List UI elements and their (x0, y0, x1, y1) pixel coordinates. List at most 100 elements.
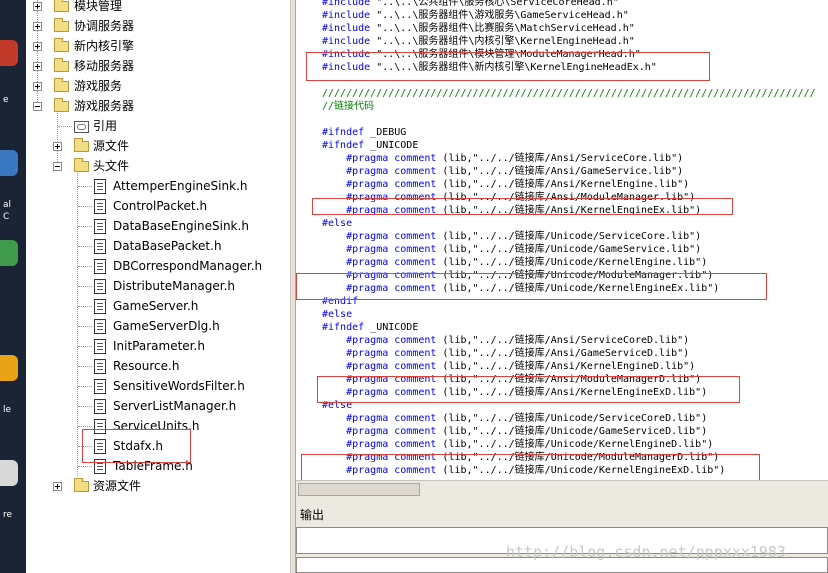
desktop-icon-label: re (3, 510, 13, 520)
code-keyword: #pragma comment (346, 179, 437, 190)
tree-node[interactable]: 头文件 (26, 156, 290, 176)
tree-file-item[interactable]: Stdafx.h (26, 436, 290, 456)
tree-file-item[interactable]: TableFrame.h (26, 456, 290, 476)
tree-item-label: 模块管理 (74, 0, 123, 13)
tree-file-item[interactable]: DataBasePacket.h (26, 236, 290, 256)
tree-item-label: 头文件 (93, 159, 130, 173)
code-text: (lib,"../../链接库/Unicode/ServiceCore.lib"… (436, 231, 702, 242)
code-line: #pragma comment (lib,"../../链接库/Unicode/… (322, 425, 707, 438)
tree-file-item[interactable]: SensitiveWordsFilter.h (26, 376, 290, 396)
code-keyword: #pragma comment (346, 387, 437, 398)
code-text: (lib,"../../链接库/Unicode/GameServiceD.lib… (436, 426, 708, 437)
expand-toggle[interactable] (53, 482, 62, 491)
code-line: #pragma comment (lib,"../../链接库/Ansi/Ser… (322, 334, 689, 347)
code-keyword: #pragma comment (346, 426, 437, 437)
code-text: "..\..\服务器组件\新内核引擎\KernelEngineHeadEx.h" (370, 62, 657, 73)
code-line: ////////////////////////////////////////… (322, 87, 816, 100)
desktop-app-icon[interactable] (0, 460, 18, 486)
code-text: "..\..\服务器组件\内核引擎\KernelEngineHead.h" (370, 36, 635, 47)
desktop-app-icon[interactable] (0, 40, 18, 66)
horizontal-scrollbar[interactable] (296, 480, 828, 497)
tree-item-label: Resource.h (113, 359, 180, 373)
collapse-toggle[interactable] (33, 102, 42, 111)
tree-file-item[interactable]: DistributeManager.h (26, 276, 290, 296)
tree-node[interactable]: 模块管理 (26, 0, 290, 16)
tree-file-item[interactable]: DataBaseEngineSink.h (26, 216, 290, 236)
code-text: "..\..\服务器组件\比赛服务\MatchServiceHead.h" (370, 23, 635, 34)
tree-file-item[interactable]: GameServer.h (26, 296, 290, 316)
code-text: (lib,"../../链接库/Ansi/KernelEngineD.lib") (436, 361, 696, 372)
tree-node[interactable]: 源文件 (26, 136, 290, 156)
code-line: #pragma comment (lib,"../../链接库/Ansi/Ker… (322, 204, 701, 217)
code-line: #pragma comment (lib,"../../链接库/Unicode/… (322, 282, 719, 295)
code-line: //链接代码 (322, 100, 374, 113)
code-keyword: #pragma comment (346, 335, 437, 346)
folder-icon (54, 78, 69, 92)
code-text: _UNICODE (364, 140, 419, 151)
desktop-app-icon[interactable] (0, 355, 18, 381)
code-keyword: #pragma comment (346, 166, 437, 177)
code-line: #pragma comment (lib,"../../链接库/Ansi/Ker… (322, 386, 707, 399)
code-keyword: #pragma comment (346, 153, 437, 164)
code-text: "..\..\服务器组件\模块管理\ModuleManagerHead.h" (370, 49, 641, 60)
scrollbar-thumb[interactable] (298, 483, 420, 496)
code-editor[interactable]: #include "..\..\公共组件\服务核心\ServiceCoreHea… (296, 0, 828, 480)
code-line: #include "..\..\公共组件\服务核心\ServiceCoreHea… (322, 0, 619, 9)
code-text: (lib,"../../链接库/Ansi/GameServiceD.lib") (436, 348, 690, 359)
panel-divider (296, 497, 828, 505)
tree-node[interactable]: 新内核引擎 (26, 36, 290, 56)
code-line: #pragma comment (lib,"../../链接库/Ansi/Gam… (322, 165, 683, 178)
code-text: (lib,"../../链接库/Unicode/KernelEngineD.li… (436, 439, 714, 450)
header-file-icon (94, 399, 106, 414)
expand-toggle[interactable] (53, 142, 62, 151)
tree-node[interactable]: 移动服务器 (26, 56, 290, 76)
output-panel: 输出 (296, 505, 828, 573)
tree-node-references[interactable]: 引用 (26, 116, 290, 136)
expand-toggle[interactable] (33, 42, 42, 51)
header-file-icon (94, 259, 106, 274)
tree-item-label: 游戏服务器 (74, 99, 135, 113)
code-line: #pragma comment (lib,"../../链接库/Ansi/Mod… (322, 373, 701, 386)
code-keyword: #endif (322, 296, 359, 307)
desktop-icon-label: le (3, 405, 12, 415)
tree-file-item[interactable]: GameServerDlg.h (26, 316, 290, 336)
tree-file-item[interactable]: ControlPacket.h (26, 196, 290, 216)
tree-file-item[interactable]: ServiceUnits.h (26, 416, 290, 436)
tree-node[interactable]: 游戏服务器 (26, 96, 290, 116)
tree-node[interactable]: 游戏服务 (26, 76, 290, 96)
code-line: #ifndef _DEBUG (322, 126, 406, 139)
tree-file-item[interactable]: ServerListManager.h (26, 396, 290, 416)
tree-file-item[interactable]: AttemperEngineSink.h (26, 176, 290, 196)
header-file-icon (94, 219, 106, 234)
desktop-icon-label: al (3, 200, 12, 210)
collapse-toggle[interactable] (53, 162, 62, 171)
tree-node[interactable]: 协调服务器 (26, 16, 290, 36)
header-file-icon (94, 199, 106, 214)
desktop-app-icon[interactable] (0, 150, 18, 176)
expand-toggle[interactable] (33, 22, 42, 31)
code-line: #pragma comment (lib,"../../链接库/Ansi/Gam… (322, 347, 689, 360)
tree-file-item[interactable]: Resource.h (26, 356, 290, 376)
code-comment: ////////////////////////////////////////… (322, 88, 816, 99)
tree-item-label: DataBasePacket.h (113, 239, 222, 253)
tree-file-item[interactable]: InitParameter.h (26, 336, 290, 356)
folder-icon (74, 138, 89, 152)
code-line: #ifndef _UNICODE (322, 321, 418, 334)
code-line: #ifndef _UNICODE (322, 139, 418, 152)
tree-file-item[interactable]: DBCorrespondManager.h (26, 256, 290, 276)
code-line: #else (322, 308, 352, 321)
folder-icon (54, 18, 69, 32)
solution-tree: 模块管理协调服务器新内核引擎 移动服务器 游戏服务游戏服务器引用 源文件头文件 Atte… (26, 0, 290, 573)
expand-toggle[interactable] (33, 2, 42, 11)
tree-node[interactable]: 资源文件 (26, 476, 290, 496)
expand-toggle[interactable] (33, 62, 42, 71)
desktop-app-icon[interactable] (0, 240, 18, 266)
tree-item-label: 协调服务器 (74, 19, 135, 33)
folder-icon (54, 98, 69, 112)
code-keyword: #pragma comment (346, 465, 437, 476)
expand-toggle[interactable] (33, 82, 42, 91)
code-keyword: #ifndef (322, 140, 365, 151)
code-text: _DEBUG (364, 127, 407, 138)
code-line: #include "..\..\服务器组件\游戏服务\GameServiceHe… (322, 9, 629, 22)
code-keyword: #pragma comment (346, 348, 437, 359)
